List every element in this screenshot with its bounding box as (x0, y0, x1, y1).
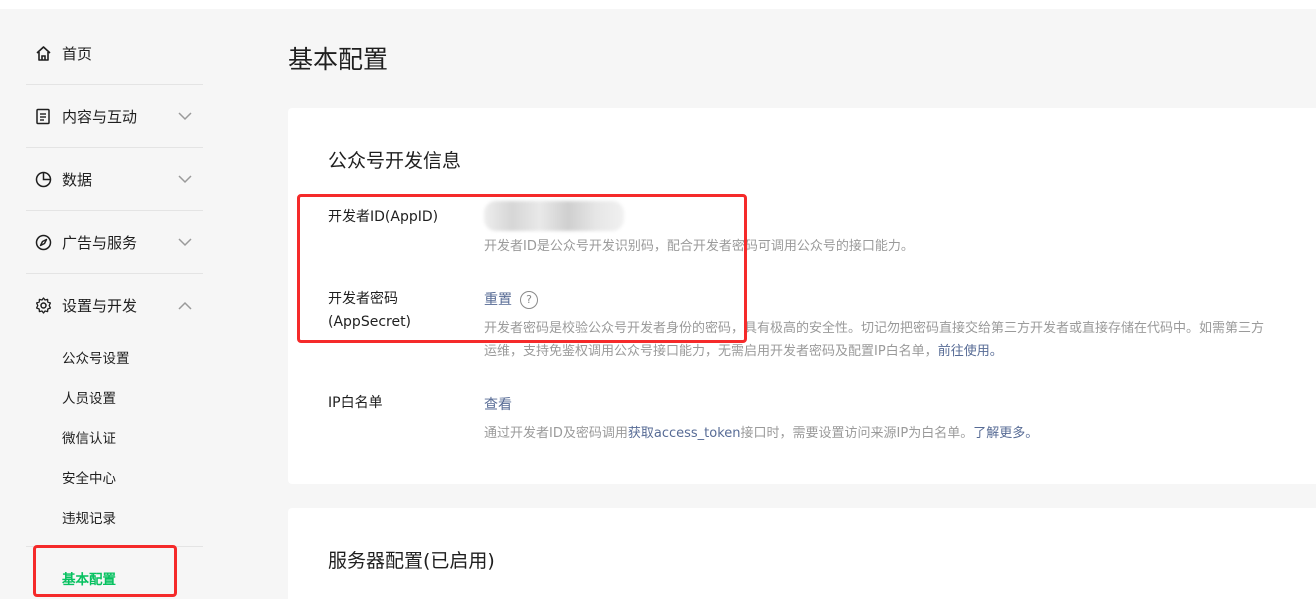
go-use-link[interactable]: 前往使用。 (938, 344, 1003, 359)
appsecret-actions: 重置? (484, 289, 538, 309)
sidebar-item-ads[interactable]: 广告与服务 (26, 211, 203, 273)
sidebar-subitem-wechat-verification[interactable]: 微信认证 (62, 427, 116, 447)
ip-desc-text: 接口时，需要设置访问来源IP为白名单。 (740, 426, 974, 441)
ip-whitelist-label: IP白名单 (328, 395, 383, 411)
gear-icon (34, 296, 52, 314)
appid-value-redacted (484, 201, 624, 231)
chevron-up-icon (177, 298, 193, 312)
chevron-down-icon (177, 109, 193, 123)
top-bar (0, 0, 1316, 9)
sidebar-item-label: 首页 (62, 44, 93, 63)
sidebar-item-home[interactable]: 首页 (26, 22, 203, 84)
document-icon (34, 107, 52, 125)
sidebar-item-settings[interactable]: 设置与开发 (26, 274, 203, 336)
appsecret-label: 开发者密码(AppSecret) (328, 291, 412, 330)
sidebar-item-label: 内容与互动 (62, 107, 138, 126)
reset-secret-link[interactable]: 重置 (484, 292, 512, 308)
sidebar-subitem-violation-records[interactable]: 违规记录 (62, 507, 116, 527)
compass-icon (34, 233, 52, 251)
chevron-down-icon (177, 235, 193, 249)
server-config-card: 服务器配置(已启用) (288, 508, 1316, 599)
home-icon (34, 44, 52, 62)
sidebar-subitem-security-center[interactable]: 安全中心 (62, 467, 116, 487)
sidebar-item-data[interactable]: 数据 (26, 148, 203, 210)
sidebar-item-content[interactable]: 内容与互动 (26, 85, 203, 147)
sidebar: 首页 内容与互动 数据 广告与服务 设置与开发 公众号设置 人员设置 微信认证 … (0, 9, 240, 599)
pie-chart-icon (34, 170, 52, 188)
chevron-down-icon (177, 172, 193, 186)
ip-desc-text: 通过开发者ID及密码调用 (484, 426, 628, 441)
sidebar-subitem-staff-settings[interactable]: 人员设置 (62, 387, 116, 407)
card-title: 公众号开发信息 (328, 150, 462, 172)
appsecret-description-text: 运维，支持免鉴权调用公众号接口能力，无需启用开发者密码及配置IP白名单， (484, 344, 938, 359)
sidebar-item-label: 数据 (62, 170, 93, 189)
sidebar-subitem-account-settings[interactable]: 公众号设置 (62, 347, 130, 367)
access-token-link[interactable]: 获取access_token (628, 426, 741, 441)
learn-more-link[interactable]: 了解更多。 (973, 426, 1038, 441)
sidebar-item-label: 设置与开发 (62, 296, 138, 315)
card-title: 服务器配置(已启用) (328, 550, 495, 572)
developer-info-card: 公众号开发信息 开发者ID(AppID) 开发者ID是公众号开发识别码，配合开发… (288, 108, 1316, 484)
help-icon[interactable]: ? (520, 291, 538, 309)
appid-description: 开发者ID是公众号开发识别码，配合开发者密码可调用公众号的接口能力。 (484, 239, 914, 254)
appsecret-description-line2: 运维，支持免鉴权调用公众号接口能力，无需启用开发者密码及配置IP白名单，前往使用… (484, 340, 1003, 363)
divider (26, 546, 203, 547)
ip-whitelist-actions: 查看 (484, 394, 512, 414)
ip-whitelist-description: 通过开发者ID及密码调用获取access_token接口时，需要设置访问来源IP… (484, 422, 1038, 445)
app-window: 首页 内容与互动 数据 广告与服务 设置与开发 公众号设置 人员设置 微信认证 … (0, 0, 1316, 599)
view-whitelist-link[interactable]: 查看 (484, 397, 512, 413)
sidebar-subitem-basic-config[interactable]: 基本配置 (62, 568, 116, 588)
appsecret-description-line1: 开发者密码是校验公众号开发者身份的密码，具有极高的安全性。切记勿把密码直接交给第… (484, 321, 1265, 336)
sidebar-item-label: 广告与服务 (62, 233, 138, 252)
page-title: 基本配置 (288, 45, 389, 74)
appid-label: 开发者ID(AppID) (328, 209, 439, 225)
